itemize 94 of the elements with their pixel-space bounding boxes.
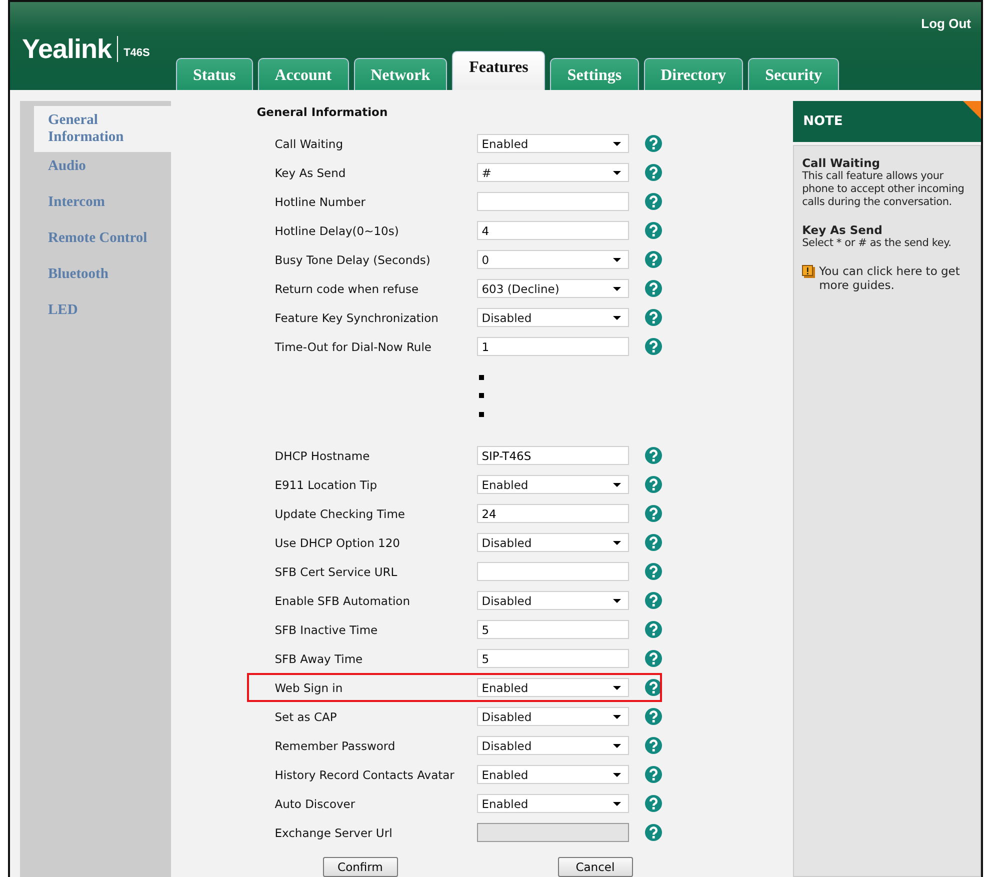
help-icon[interactable] xyxy=(644,621,662,638)
dropdown[interactable]: # xyxy=(476,163,629,182)
logo: Yealink xyxy=(22,36,118,62)
note-text: This call feature allows your phone to accept other incoming calls during the conversation. xyxy=(802,170,966,209)
help-icon[interactable] xyxy=(644,534,662,551)
field-label: SFB Cert Service URL xyxy=(274,564,398,578)
help-icon[interactable] xyxy=(644,338,662,355)
caret-icon xyxy=(612,482,621,486)
help-icon[interactable] xyxy=(644,592,662,609)
input-field[interactable] xyxy=(476,192,629,211)
field-label: DHCP Hostname xyxy=(274,448,371,462)
help-icon[interactable] xyxy=(644,708,662,725)
help-icon[interactable] xyxy=(644,280,662,297)
field-label: Set as CAP xyxy=(274,710,338,724)
dropdown[interactable]: Disabled xyxy=(476,736,629,755)
help-icon[interactable] xyxy=(644,222,662,239)
caret-icon xyxy=(612,540,621,544)
help-icon[interactable] xyxy=(644,795,662,812)
help-icon[interactable] xyxy=(644,505,662,522)
caret-icon xyxy=(612,714,621,718)
caret-icon xyxy=(612,772,621,776)
note-title: NOTE xyxy=(803,114,843,129)
field-label: Key As Send xyxy=(274,166,347,180)
field-label: Exchange Server Url xyxy=(274,826,394,840)
field-label: Auto Discover xyxy=(274,796,356,810)
caret-icon xyxy=(612,744,621,748)
note-text: Select * or # as the send key. xyxy=(802,237,952,250)
field-label: SFB Away Time xyxy=(274,652,364,666)
field-label: Update Checking Time xyxy=(274,506,406,520)
form-button[interactable]: Confirm xyxy=(322,857,398,877)
field-label: Hotline Number xyxy=(274,194,367,208)
input-field[interactable]: 4 xyxy=(476,221,629,240)
tab[interactable]: Features xyxy=(452,51,546,90)
dropdown[interactable]: Disabled xyxy=(476,707,629,726)
note-heading: Call Waiting xyxy=(802,156,882,170)
field-label: E911 Location Tip xyxy=(274,478,378,492)
input-field[interactable]: 1 xyxy=(476,337,629,356)
caret-icon xyxy=(612,316,621,320)
dropdown[interactable]: 603 (Decline) xyxy=(476,279,629,298)
logout-link[interactable]: Log Out xyxy=(921,16,971,31)
input-field[interactable]: SIP-T46S xyxy=(476,446,629,465)
note-heading: Key As Send xyxy=(802,223,884,237)
input-field[interactable] xyxy=(476,562,629,581)
help-icon[interactable] xyxy=(644,447,662,464)
field-label: Hotline Delay(0~10s) xyxy=(274,224,400,238)
help-icon[interactable] xyxy=(644,251,662,268)
field-label: Enable SFB Automation xyxy=(274,594,411,608)
help-icon[interactable] xyxy=(644,679,662,696)
ellipsis-icon xyxy=(478,375,484,417)
caret-icon xyxy=(612,170,621,174)
form-button[interactable]: Cancel xyxy=(558,857,633,877)
field-label: History Record Contacts Avatar xyxy=(274,768,456,782)
dropdown[interactable]: Disabled xyxy=(476,308,629,327)
field-label: Remember Password xyxy=(274,738,396,752)
field-label: Web Sign in xyxy=(274,680,344,694)
field-label: Feature Key Synchronization xyxy=(274,310,440,324)
help-icon[interactable] xyxy=(644,476,662,493)
dropdown[interactable]: Enabled xyxy=(476,134,629,153)
dropdown[interactable]: Enabled xyxy=(476,475,629,494)
help-icon[interactable] xyxy=(644,824,662,841)
guide-link[interactable]: You can click here to get more guides. xyxy=(819,264,972,292)
help-icon[interactable] xyxy=(644,135,662,152)
dropdown[interactable]: Disabled xyxy=(476,591,629,610)
input-field[interactable]: 5 xyxy=(476,649,629,668)
model-label: T46S xyxy=(124,47,150,59)
field-label: Return code when refuse xyxy=(274,282,420,296)
field-label: Busy Tone Delay (Seconds) xyxy=(274,252,432,266)
corner-fold-icon xyxy=(963,101,981,119)
help-icon[interactable] xyxy=(644,164,662,181)
caret-icon xyxy=(612,686,621,690)
dropdown[interactable]: 0 xyxy=(476,250,629,269)
field-label: Use DHCP Option 120 xyxy=(274,536,401,550)
caret-icon xyxy=(612,142,621,146)
help-icon[interactable] xyxy=(644,650,662,667)
dropdown[interactable]: Enabled xyxy=(476,794,629,813)
field-label: Time-Out for Dial-Now Rule xyxy=(274,340,432,354)
caret-icon xyxy=(612,598,621,602)
help-icon[interactable] xyxy=(644,309,662,326)
help-icon[interactable] xyxy=(644,737,662,754)
dropdown[interactable]: Disabled xyxy=(476,533,629,552)
help-icon[interactable] xyxy=(644,193,662,210)
caret-icon xyxy=(612,286,621,290)
guide-icon[interactable] xyxy=(802,265,816,278)
dropdown[interactable]: Enabled xyxy=(476,678,629,697)
caret-icon xyxy=(612,258,621,262)
caret-icon xyxy=(612,802,621,806)
dropdown[interactable]: Enabled xyxy=(476,765,629,784)
input-field[interactable]: 5 xyxy=(476,620,629,639)
help-icon[interactable] xyxy=(644,563,662,580)
field-label: Call Waiting xyxy=(274,136,344,150)
help-icon[interactable] xyxy=(644,766,662,783)
section-title: General Information xyxy=(256,105,389,120)
input-field[interactable]: 24 xyxy=(476,504,629,523)
field-label: SFB Inactive Time xyxy=(274,622,379,636)
